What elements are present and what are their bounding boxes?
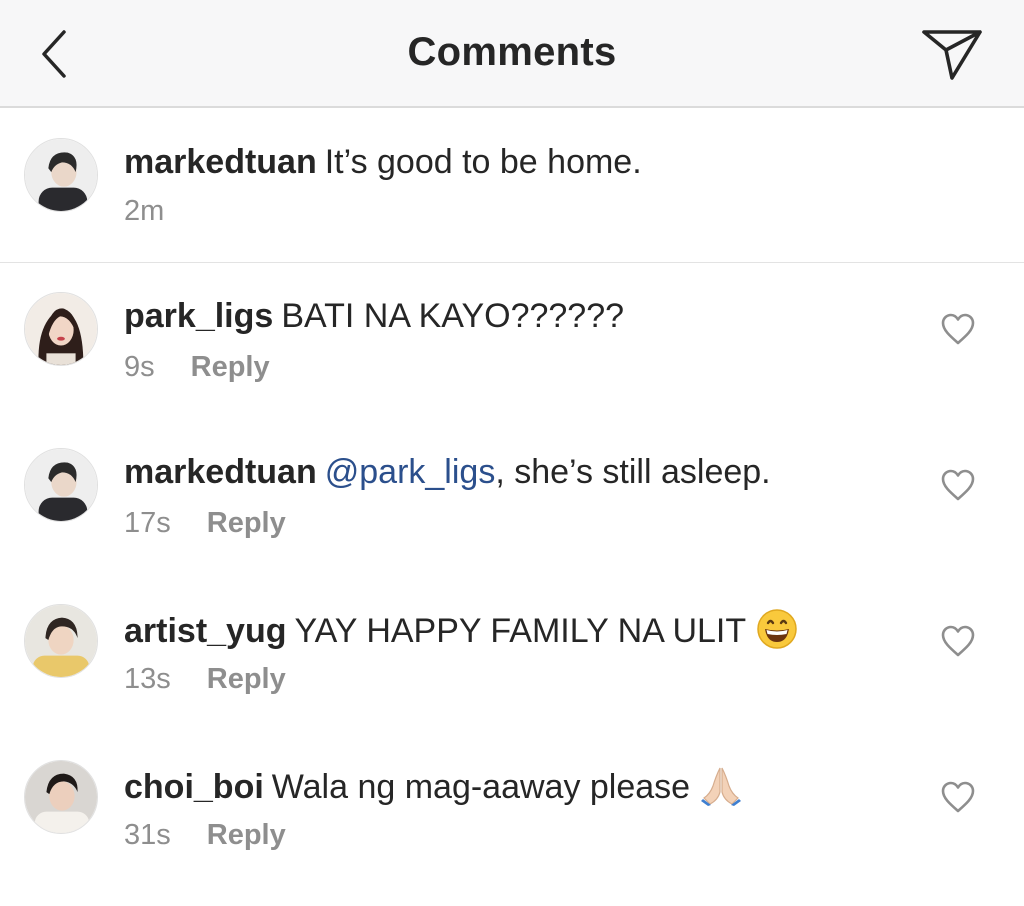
avatar-image	[25, 139, 97, 211]
comment-meta: 17s Reply	[124, 506, 286, 540]
share-button[interactable]	[918, 24, 986, 84]
username-link[interactable]: park_ligs	[124, 297, 273, 335]
avatar[interactable]	[24, 292, 98, 366]
reply-button[interactable]: Reply	[207, 506, 286, 540]
comment-text-line: choi_boi Wala ng mag-aaway please	[124, 764, 742, 807]
avatar[interactable]	[24, 760, 98, 834]
username-link[interactable]: choi_boi	[124, 768, 264, 806]
comment-text: YAY HAPPY FAMILY NA ULIT	[294, 612, 747, 650]
comment-row: artist_yug YAY HAPPY FAMILY NA ULIT 13s Re…	[0, 576, 1024, 732]
timestamp: 31s	[124, 819, 171, 851]
post-caption: markedtuan It’s good to be home. 2m	[0, 110, 1024, 263]
comment-text-line: artist_yug YAY HAPPY FAMILY NA ULIT	[124, 608, 798, 651]
avatar-image	[25, 761, 97, 833]
avatar[interactable]	[24, 604, 98, 678]
folded-hands-emoji	[700, 764, 742, 806]
like-button[interactable]	[940, 780, 976, 814]
timestamp: 9s	[124, 351, 155, 383]
like-button[interactable]	[940, 624, 976, 658]
caption-meta: 2m	[124, 194, 164, 228]
comment-row: choi_boi Wala ng mag-aaway please 31s Repl…	[0, 732, 1024, 888]
avatar[interactable]	[24, 448, 98, 522]
avatar-image	[25, 449, 97, 521]
username-link[interactable]: markedtuan	[124, 143, 317, 181]
comment-row: park_ligs BATI NA KAYO?????? 9s Reply	[0, 264, 1024, 420]
avatar-image	[25, 605, 97, 677]
comment-text-line: markedtuan @park_ligs, she’s still asleep…	[124, 452, 771, 492]
heart-icon	[941, 469, 975, 501]
caption-text: It’s good to be home.	[324, 143, 642, 181]
grinning-face-emoji	[756, 608, 798, 650]
caption-text-line: markedtuan It’s good to be home.	[124, 142, 642, 182]
like-button[interactable]	[940, 312, 976, 346]
timestamp: 13s	[124, 663, 171, 695]
reply-button[interactable]: Reply	[207, 662, 286, 696]
reply-button[interactable]: Reply	[191, 350, 270, 384]
comment-text-line: park_ligs BATI NA KAYO??????	[124, 296, 624, 336]
comment-text: Wala ng mag-aaway please	[271, 768, 691, 806]
heart-icon	[941, 625, 975, 657]
comment-text: BATI NA KAYO??????	[281, 297, 625, 335]
heart-icon	[941, 781, 975, 813]
avatar[interactable]	[24, 138, 98, 212]
like-button[interactable]	[940, 468, 976, 502]
page-title: Comments	[407, 30, 617, 74]
reply-button[interactable]: Reply	[207, 818, 286, 852]
comment-text: , she’s still asleep.	[495, 453, 771, 491]
timestamp: 2m	[124, 195, 165, 227]
header-bar: Comments	[0, 0, 1024, 108]
heart-icon	[941, 313, 975, 345]
username-link[interactable]: markedtuan	[124, 453, 317, 491]
comment-meta: 9s Reply	[124, 350, 270, 384]
paper-plane-icon	[922, 30, 982, 80]
timestamp: 17s	[124, 507, 171, 539]
avatar-image	[25, 293, 97, 365]
comment-meta: 13s Reply	[124, 662, 286, 696]
comment-meta: 31s Reply	[124, 818, 286, 852]
comment-row: markedtuan @park_ligs, she’s still asleep…	[0, 420, 1024, 576]
username-link[interactable]: artist_yug	[124, 612, 287, 650]
mention-link[interactable]: @park_ligs	[325, 453, 496, 491]
